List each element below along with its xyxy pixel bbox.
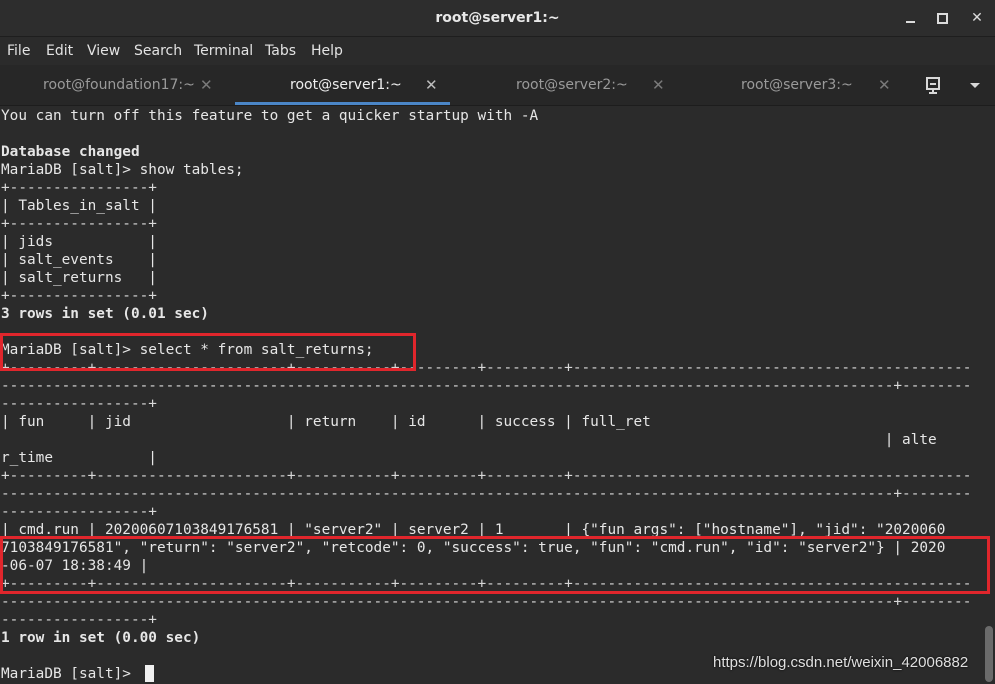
terminal-line: -----------------+ xyxy=(1,504,157,520)
menu-search[interactable]: Search xyxy=(134,37,182,65)
close-button[interactable]: ✕ xyxy=(965,6,989,30)
tab-server3[interactable]: root@server3:~ ✕ xyxy=(675,65,900,105)
menu-help[interactable]: Help xyxy=(311,37,343,65)
maximize-icon xyxy=(936,12,948,24)
menu-file[interactable]: File xyxy=(7,37,30,65)
highlight-box-query xyxy=(0,333,416,371)
menu-terminal[interactable]: Terminal xyxy=(194,37,253,65)
active-tab-indicator xyxy=(235,102,450,105)
tab-label: root@foundation17:~ xyxy=(43,77,195,93)
terminal-line: | fun | jid | return | id | success | fu… xyxy=(1,414,651,430)
chevron-down-icon xyxy=(970,83,980,88)
menu-tabs[interactable]: Tabs xyxy=(265,37,296,65)
menu-edit[interactable]: Edit xyxy=(46,37,73,65)
terminal-output[interactable]: You can turn off this feature to get a q… xyxy=(0,106,995,684)
close-icon: ✕ xyxy=(971,10,983,26)
terminal-line: ----------------------------------------… xyxy=(1,486,972,502)
watermark-text: https://blog.csdn.net/weixin_42006882 xyxy=(713,654,969,671)
scrollbar-thumb[interactable] xyxy=(985,626,993,682)
tab-server1[interactable]: root@server1:~ ✕ xyxy=(235,65,450,105)
minimize-icon xyxy=(905,21,915,23)
menu-view[interactable]: View xyxy=(87,37,120,65)
terminal-line: +----------------+ xyxy=(1,216,157,232)
terminal-line: 3 rows in set (0.01 sec) xyxy=(1,306,209,322)
tab-foundation17[interactable]: root@foundation17:~ ✕ xyxy=(0,65,235,105)
tab-label: root@server2:~ xyxy=(516,77,628,93)
terminal-line: -----------------+ xyxy=(1,612,157,628)
terminal-line: ----------------------------------------… xyxy=(1,378,972,394)
menu-bar: File Edit View Search Terminal Tabs Help xyxy=(0,37,995,65)
terminal-line: Database changed xyxy=(1,144,140,160)
tab-close-icon[interactable]: ✕ xyxy=(425,65,438,105)
tab-label: root@server1:~ xyxy=(290,77,402,93)
minimize-button[interactable] xyxy=(898,6,922,30)
terminal-line: MariaDB [salt]> show tables; xyxy=(1,162,244,178)
terminal-line: -----------------+ xyxy=(1,396,157,412)
terminal-line: You can turn off this feature to get a q… xyxy=(1,108,539,124)
terminal-line: | Tables_in_salt | xyxy=(1,198,157,214)
terminal-line: r_time | xyxy=(1,450,157,466)
tab-server2[interactable]: root@server2:~ ✕ xyxy=(450,65,675,105)
tab-bar: root@foundation17:~ ✕ root@server1:~ ✕ r… xyxy=(0,65,995,106)
title-bar: root@server1:~ ✕ xyxy=(0,0,995,37)
terminal-line: +----------------+ xyxy=(1,180,157,196)
tab-label: root@server3:~ xyxy=(741,77,853,93)
terminal-line: +----------------+ xyxy=(1,288,157,304)
terminal-line: | salt_events | xyxy=(1,252,157,268)
new-tab-button[interactable] xyxy=(922,75,946,95)
new-tab-icon xyxy=(926,77,940,94)
terminal-line: +---------+----------------------+------… xyxy=(1,468,972,484)
window-title: root@server1:~ xyxy=(435,10,560,26)
terminal-prompt: MariaDB [salt]> xyxy=(1,666,140,682)
maximize-button[interactable] xyxy=(930,6,954,30)
tab-close-icon[interactable]: ✕ xyxy=(652,65,665,105)
terminal-cursor xyxy=(145,665,154,682)
terminal-line: ----------------------------------------… xyxy=(1,594,972,610)
terminal-line: 1 row in set (0.00 sec) xyxy=(1,630,201,646)
highlight-box-result-row xyxy=(0,536,990,594)
terminal-line: | jids | xyxy=(1,234,157,250)
terminal-line: | salt_returns | xyxy=(1,270,157,286)
terminal-line: | alte xyxy=(1,432,937,448)
tab-close-icon[interactable]: ✕ xyxy=(200,65,213,105)
tab-close-icon[interactable]: ✕ xyxy=(878,65,891,105)
tab-menu-button[interactable] xyxy=(964,75,986,95)
